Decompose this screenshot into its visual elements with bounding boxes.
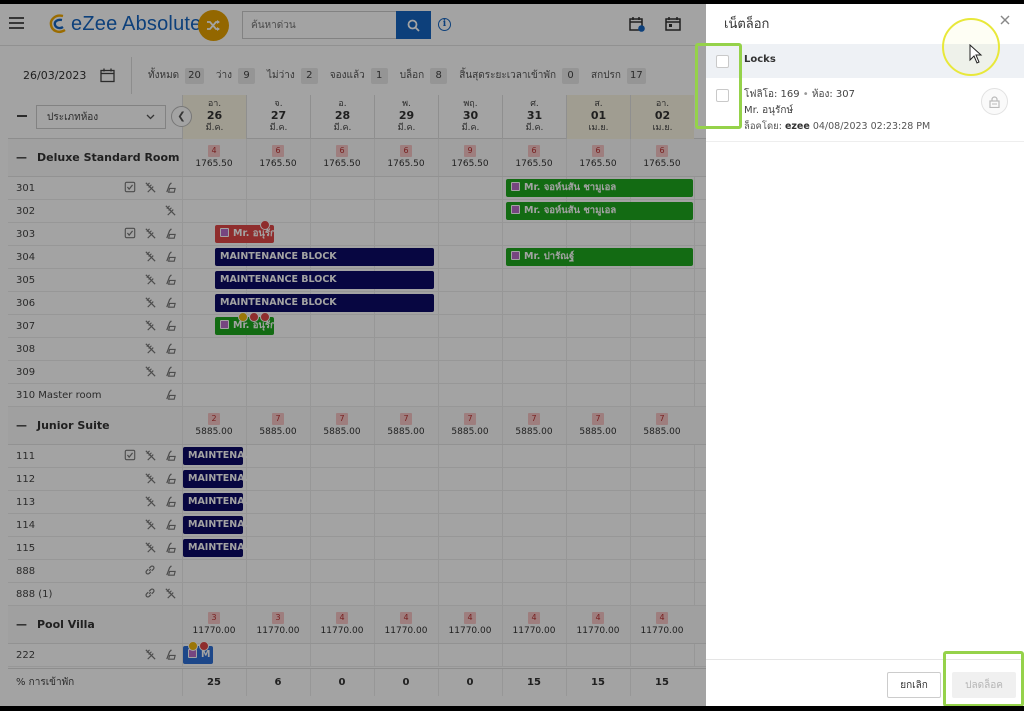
highlight-unlock-button <box>943 651 1024 707</box>
locks-header-label: Locks <box>744 54 776 65</box>
net-lock-panel: เน็ตล็อก Locks โฟลิโอ: 169 • ห้อง: 307 M… <box>706 4 1024 706</box>
screen-border-top <box>0 0 1024 4</box>
cancel-button[interactable]: ยกเลิก <box>887 672 941 698</box>
close-icon[interactable] <box>998 13 1012 27</box>
unlock-item-button[interactable] <box>981 88 1008 115</box>
mouse-cursor-icon <box>969 44 983 64</box>
highlight-checkboxes <box>695 43 742 129</box>
lock-item: โฟลิโอ: 169 • ห้อง: 307 Mr. อนุรักษ์ ล็อ… <box>706 78 1024 142</box>
app-window: eZee Absolute i <box>0 0 1024 711</box>
lock-guest-name: Mr. อนุรักษ์ <box>744 105 794 116</box>
screen-border-bottom <box>0 706 1024 711</box>
lock-folio-room: โฟลิโอ: 169 • ห้อง: 307 <box>744 89 856 100</box>
modal-backdrop[interactable] <box>0 4 706 706</box>
lock-icon <box>989 95 1000 108</box>
panel-title: เน็ตล็อก <box>724 17 770 32</box>
lock-locked-by: ล็อคโดย: ezee 04/08/2023 02:23:28 PM <box>744 121 931 132</box>
